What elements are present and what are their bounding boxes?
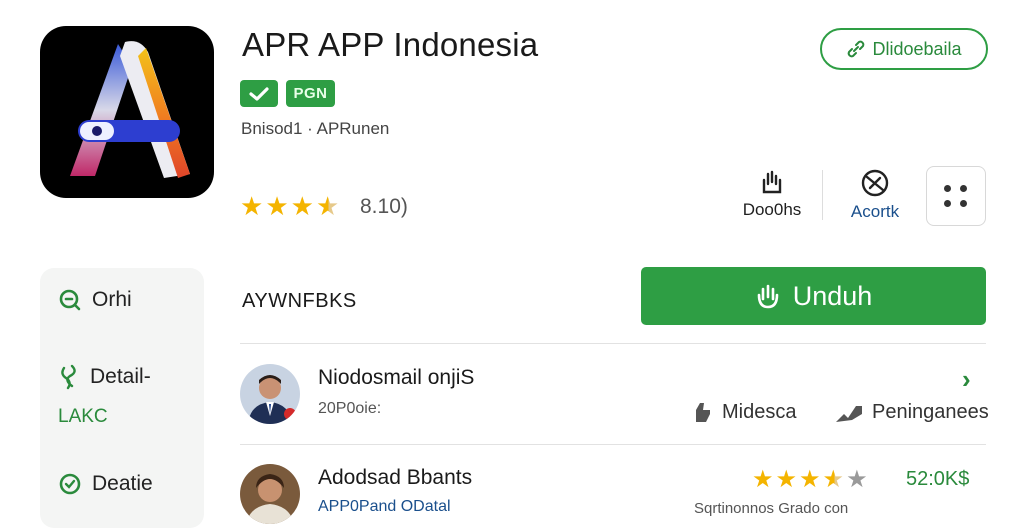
link-icon [61, 364, 76, 390]
review-date: 20P0oie: [318, 400, 382, 417]
review-author: Niodosmail onjiS [318, 366, 475, 389]
avatar [240, 364, 300, 424]
download-icon [757, 284, 779, 309]
dot-icon [960, 200, 967, 207]
star-icon: ★ [799, 466, 821, 493]
review-date: APP0Pand ODatal [318, 498, 451, 515]
star-icon: ★ [240, 191, 264, 221]
divider [240, 444, 986, 445]
top-pill-button[interactable]: Dlidoebaila [820, 28, 988, 70]
star-half-icon: ★ [315, 191, 340, 221]
search-icon [59, 289, 81, 311]
sidebar-item-details[interactable]: Deatie [58, 472, 153, 496]
sidebar-item-detail[interactable]: Detail- [58, 364, 151, 390]
sidebar-item-sub[interactable]: LAKC [58, 406, 108, 428]
report-icon [861, 169, 889, 197]
install-label: Unduh [792, 280, 873, 311]
verified-badge [240, 80, 278, 107]
link-icon [848, 40, 865, 58]
rating-stars: ★ ★ ★ ★ [240, 193, 339, 219]
avatar [240, 464, 300, 524]
flag-button[interactable]: Peninganees [834, 400, 989, 424]
download-label: Doo0hs [742, 200, 802, 219]
info-icon [59, 473, 81, 495]
dot-icon [944, 185, 951, 192]
more-options-button[interactable] [926, 166, 986, 226]
app-title: APR APP Indonesia [242, 26, 539, 63]
report-action[interactable]: Acortk [840, 168, 910, 222]
review-stars: ★ ★ ★ ★ ★ [752, 467, 868, 493]
star-empty-icon: ★ [846, 466, 868, 493]
install-button[interactable]: Unduh [641, 267, 986, 325]
chevron-right-icon[interactable]: › [962, 364, 971, 395]
dot-icon [960, 185, 967, 192]
pgn-badge: PGN [286, 80, 335, 107]
dot-icon [944, 200, 951, 207]
star-icon: ★ [775, 466, 798, 493]
flag-label: Peninganees [872, 400, 989, 423]
sidebar-item-overview[interactable]: Orhi [58, 288, 132, 312]
flag-icon [836, 406, 862, 422]
app-meta: Bnisod1 · APRunen [241, 119, 390, 138]
check-icon [249, 86, 269, 101]
section-title: AYWNFBKS [242, 290, 357, 312]
sidebar-item-label: Detail- [90, 365, 151, 388]
top-pill-label: Dlidoebaila [872, 38, 962, 59]
report-label: Acortk [850, 202, 900, 221]
star-icon: ★ [752, 466, 774, 493]
rating-count: 8.10) [360, 195, 408, 218]
thumb-icon [696, 403, 710, 422]
review-note: Sqrtinonnos Grado con [694, 500, 849, 517]
review-author: Adodsad Bbants [318, 466, 473, 489]
divider [240, 343, 986, 344]
review-rating-count: 52:0K$ [906, 468, 970, 490]
sidebar-item-label: Orhi [92, 288, 132, 311]
helpful-label: Midesca [722, 400, 797, 423]
app-icon [40, 26, 214, 198]
download-icon [762, 170, 782, 194]
star-icon: ★ [265, 191, 289, 221]
actions-divider [822, 170, 823, 220]
sidebar: Orhi Detail- LAKC Deatie [40, 268, 204, 528]
download-action[interactable]: Doo0hs [734, 168, 810, 220]
star-half-icon: ★ [822, 466, 845, 493]
star-icon: ★ [290, 191, 314, 221]
sidebar-item-label: Deatie [92, 472, 153, 495]
helpful-button[interactable]: Midesca [690, 400, 796, 424]
